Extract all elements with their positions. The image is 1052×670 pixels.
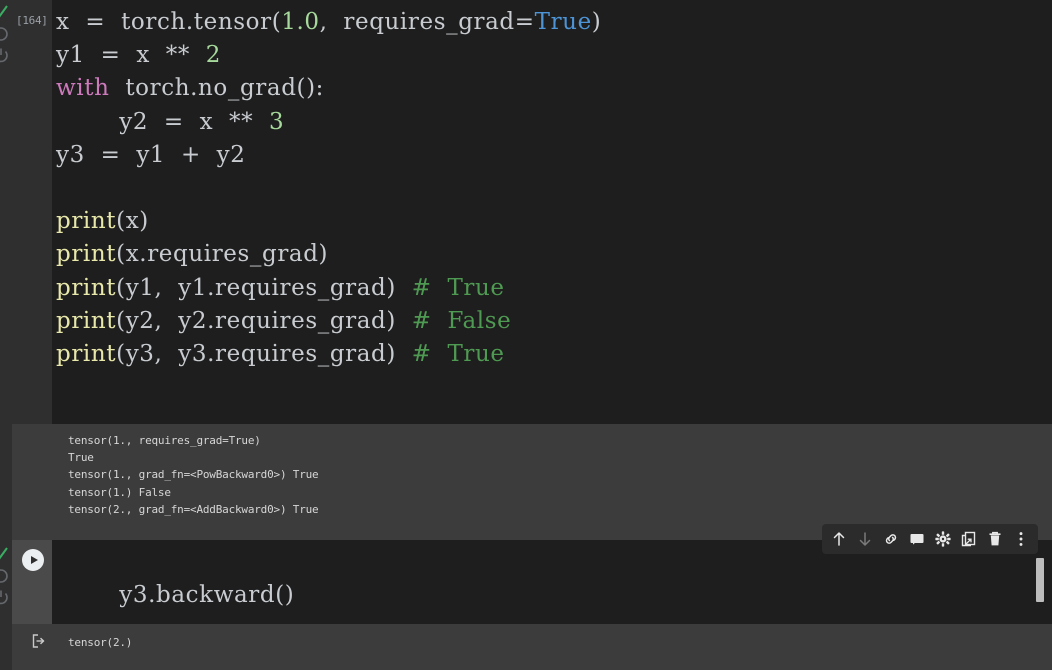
more-options-button[interactable] bbox=[1008, 526, 1034, 552]
delete-cell-button[interactable] bbox=[982, 526, 1008, 552]
trash-icon bbox=[989, 531, 1001, 546]
output-arrow-icon bbox=[32, 634, 45, 648]
code-token-fn: print bbox=[56, 241, 117, 268]
cell-2-output-area: tensor(2.) bbox=[12, 624, 1052, 670]
cell-1-code-line: y1 = x ** 2 bbox=[56, 39, 1052, 72]
add-comment-button[interactable] bbox=[904, 526, 930, 552]
code-token-kwblue: True bbox=[534, 9, 592, 35]
code-token-plain: x = torch.tensor( bbox=[56, 9, 282, 35]
code-token-plain: (y2, y2.requires_grad) bbox=[116, 307, 412, 334]
execution-count-label: [164] bbox=[16, 14, 48, 27]
cell-1-output-text: tensor(1., requires_grad=True) True tensor… bbox=[68, 432, 1052, 518]
cell-1-code-line: y2 = x ** 3 bbox=[56, 106, 1052, 139]
cell-1-gutter: [164] bbox=[12, 0, 52, 424]
code-token-plain: torch.no_grad(): bbox=[109, 75, 325, 102]
cell-1-output-line: tensor(2., grad_fn=<AddBackward0>) True bbox=[68, 502, 319, 516]
code-token-plain: y1 = x ** bbox=[56, 42, 206, 69]
code-token-plain: y3 = y1 + y2 bbox=[56, 141, 246, 168]
cell-2-output-text: tensor(2.) bbox=[68, 636, 133, 649]
cell-2-source: y3.backward() print(x.grad) bbox=[56, 546, 1052, 624]
run-cell-button[interactable] bbox=[22, 549, 44, 571]
notebook-canvas: x = torch.tensor(1.0, requires_grad=True… bbox=[0, 0, 1052, 670]
cell-1-code-line: print(y1, y1.requires_grad) # True bbox=[56, 272, 1052, 305]
code-token-fn: print bbox=[56, 307, 117, 334]
code-token-num: 1.0 bbox=[281, 9, 320, 35]
code-token-cmt: # True bbox=[411, 274, 505, 301]
code-token-fn: print bbox=[56, 274, 117, 301]
more-vertical-icon bbox=[1019, 532, 1023, 546]
code-token-plain: y2 = x ** bbox=[56, 108, 270, 135]
cell-1-source: x = torch.tensor(1.0, requires_grad=True… bbox=[56, 6, 1052, 371]
cell-2-vertical-scrollbar[interactable] bbox=[1036, 558, 1044, 602]
power-icon[interactable] bbox=[0, 47, 9, 63]
code-token-plain: , requires_grad= bbox=[319, 9, 535, 35]
code-token-cmt: # True bbox=[411, 341, 505, 368]
cell-1-output-line: tensor(1., requires_grad=True) bbox=[68, 434, 261, 447]
code-token-num: 2 bbox=[205, 42, 221, 69]
cell-1-output-area: tensor(1., requires_grad=True) True tensor… bbox=[12, 424, 1052, 520]
cell-1-code-editor[interactable]: x = torch.tensor(1.0, requires_grad=True… bbox=[12, 0, 1052, 424]
power-icon[interactable] bbox=[0, 589, 9, 605]
cell-1-code-line: print(x) bbox=[56, 205, 1052, 238]
cell-1-output-line: tensor(1.) False bbox=[68, 485, 171, 499]
code-token-cmt: # False bbox=[411, 307, 512, 334]
circle-icon[interactable] bbox=[0, 26, 9, 42]
code-token-fn: print bbox=[56, 341, 117, 368]
cell-1-output-line: tensor(1., grad_fn=<PowBackward0>) True bbox=[68, 468, 319, 482]
cell-settings-button[interactable] bbox=[930, 526, 956, 552]
arrow-up-icon bbox=[833, 532, 845, 546]
cell-1-output-line: True bbox=[68, 451, 94, 465]
check-icon[interactable] bbox=[0, 546, 9, 562]
duplicate-cell-button[interactable] bbox=[956, 526, 982, 552]
play-icon bbox=[30, 556, 38, 564]
copy-link-button[interactable] bbox=[878, 526, 904, 552]
cell-2-line-1: y3.backward() bbox=[119, 582, 295, 609]
code-token-plain: (y1, y1.requires_grad) bbox=[116, 274, 412, 301]
cell-1-blank-line bbox=[56, 172, 1052, 205]
code-token-num: 3 bbox=[269, 108, 285, 135]
cell-1-code-line: with torch.no_grad(): bbox=[56, 72, 1052, 105]
code-token-plain: (x) bbox=[116, 208, 149, 235]
link-icon bbox=[885, 534, 897, 544]
move-cell-down-button[interactable] bbox=[852, 526, 878, 552]
cell-1-code-line: print(x.requires_grad) bbox=[56, 238, 1052, 271]
move-cell-up-button[interactable] bbox=[826, 526, 852, 552]
cell-1-code-line: y3 = y1 + y2 bbox=[56, 139, 1052, 172]
gear-icon bbox=[935, 531, 951, 547]
code-token-plain: (x.requires_grad) bbox=[116, 241, 329, 268]
arrow-down-icon bbox=[859, 532, 871, 546]
circle-icon[interactable] bbox=[0, 568, 9, 584]
check-icon[interactable] bbox=[0, 4, 9, 20]
code-token-kw: with bbox=[56, 75, 110, 102]
cell-1-code-line: print(y3, y3.requires_grad) # True bbox=[56, 338, 1052, 371]
duplicate-icon bbox=[961, 531, 976, 547]
activity-rail bbox=[0, 0, 12, 670]
comment-icon bbox=[910, 534, 924, 545]
cell-toolbar bbox=[822, 524, 1038, 554]
cell-1-code-line: print(y2, y2.requires_grad) # False bbox=[56, 305, 1052, 338]
cell-2-gutter bbox=[12, 540, 52, 624]
code-token-plain: ) bbox=[591, 9, 602, 35]
code-token-fn: print bbox=[56, 208, 117, 235]
cell-1-code-line: x = torch.tensor(1.0, requires_grad=True… bbox=[56, 6, 1052, 39]
code-token-plain: (y3, y3.requires_grad) bbox=[116, 341, 412, 368]
